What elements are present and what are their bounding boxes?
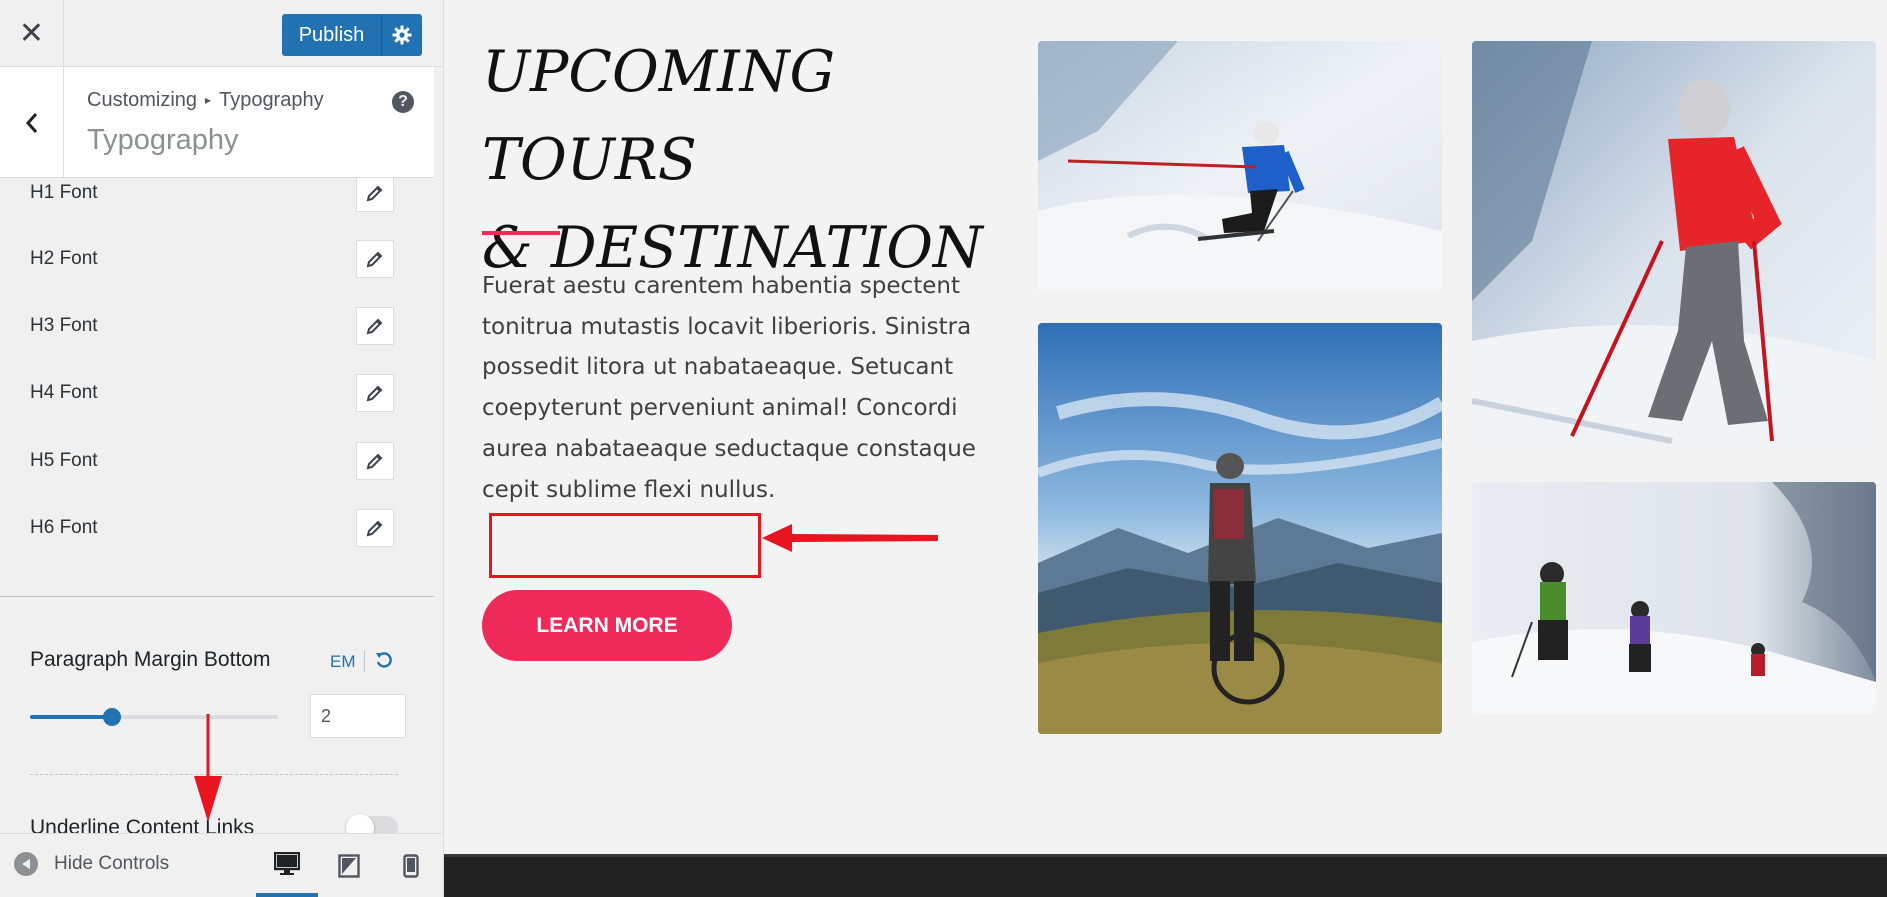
help-glyph: ?: [398, 93, 408, 110]
font-control-label: H1 Font: [30, 182, 98, 203]
site-preview: UPCOMING TOURS & DESTINATION Fuerat aest…: [444, 0, 1887, 897]
mountain-biker-photo: [1038, 323, 1442, 734]
publish-button[interactable]: Publish: [282, 14, 382, 56]
preview-tablet-button[interactable]: [318, 834, 380, 897]
unit-selector[interactable]: EM: [330, 652, 356, 672]
preview-desktop-button[interactable]: [256, 834, 318, 897]
edit-h1-font-button[interactable]: [356, 178, 394, 212]
font-control-h4: H4 Font: [0, 374, 434, 414]
customizer-footer: Hide Controls: [0, 833, 443, 897]
font-control-label: H4 Font: [30, 382, 98, 403]
font-control-label: H6 Font: [30, 517, 98, 538]
pencil-icon: [366, 385, 383, 402]
breadcrumb: Customizing ▸ Typography: [87, 89, 324, 112]
pencil-icon: [366, 251, 383, 268]
customizer-sidebar: ✕ Publish Customizing ▸ Typography Typog…: [0, 0, 444, 897]
gear-icon: [392, 25, 412, 45]
edit-h5-font-button[interactable]: [356, 442, 394, 480]
hikers-photo: [1472, 482, 1876, 714]
chevron-left-icon: [25, 112, 37, 133]
hide-controls-button[interactable]: Hide Controls: [14, 852, 169, 876]
publish-group: Publish: [282, 14, 422, 56]
underline-links-toggle[interactable]: [346, 814, 398, 833]
close-button[interactable]: ✕: [0, 0, 64, 67]
unit-separator: [364, 650, 365, 672]
heading-line-1: UPCOMING TOURS: [482, 39, 836, 193]
slider-handle[interactable]: [102, 708, 121, 726]
heading-underline: [482, 231, 560, 235]
annotation-highlight-box: [489, 513, 761, 578]
toggle-knob: [346, 814, 374, 833]
tablet-icon: [338, 853, 360, 878]
pencil-icon: [366, 185, 383, 202]
font-control-h1: H1 Font: [0, 178, 434, 214]
breadcrumb-current: Typography: [219, 89, 324, 111]
learn-more-button[interactable]: LEARN MORE: [482, 590, 732, 661]
section-heading: UPCOMING TOURS & DESTINATION: [482, 28, 1042, 292]
controls-panel: H1 Font H2 Font H3 Font H4 Font H5 Font: [0, 178, 434, 833]
breadcrumb-root: Customizing: [87, 89, 198, 111]
edit-h4-font-button[interactable]: [356, 374, 394, 412]
skier-woman-photo: [1472, 41, 1876, 452]
mobile-icon: [403, 853, 419, 878]
pencil-icon: [366, 453, 383, 470]
reset-button[interactable]: [374, 650, 394, 670]
edit-h3-font-button[interactable]: [356, 307, 394, 345]
font-control-label: H5 Font: [30, 450, 98, 471]
font-control-label: H3 Font: [30, 315, 98, 336]
back-button[interactable]: [0, 67, 64, 178]
customizer-header: ✕ Publish: [0, 0, 443, 67]
annotation-arrow-left: [762, 524, 938, 552]
font-control-h3: H3 Font: [0, 307, 434, 347]
section-paragraph: Fuerat aestu carentem habentia spectent …: [482, 273, 976, 503]
hide-controls-label: Hide Controls: [54, 853, 170, 874]
desktop-icon: [274, 851, 300, 875]
skier-photo: [1038, 41, 1442, 293]
margin-value-input[interactable]: [310, 694, 406, 738]
pencil-icon: [366, 318, 383, 335]
font-control-label: H2 Font: [30, 248, 98, 269]
section-divider: [0, 596, 434, 597]
close-icon: ✕: [18, 17, 45, 50]
margin-slider[interactable]: [30, 708, 278, 726]
breadcrumb-separator: ▸: [205, 93, 212, 107]
publish-settings-button[interactable]: [382, 14, 422, 56]
section-title: Typography: [87, 124, 239, 156]
slider-fill: [30, 715, 112, 719]
preview-mobile-button[interactable]: [380, 834, 442, 897]
collapse-left-icon: [14, 852, 38, 876]
font-control-h5: H5 Font: [0, 442, 434, 482]
edit-h2-font-button[interactable]: [356, 240, 394, 278]
site-footer-strip: [444, 854, 1887, 897]
font-control-h6: H6 Font: [0, 509, 434, 549]
font-control-h2: H2 Font: [0, 240, 434, 280]
annotation-arrow-down: [194, 714, 222, 822]
help-icon[interactable]: ?: [392, 91, 414, 113]
edit-h6-font-button[interactable]: [356, 509, 394, 547]
pencil-icon: [366, 520, 383, 537]
paragraph-margin-bottom-label: Paragraph Margin Bottom: [30, 648, 271, 671]
section-header: Customizing ▸ Typography Typography ?: [0, 67, 434, 178]
reset-icon: [376, 652, 392, 668]
